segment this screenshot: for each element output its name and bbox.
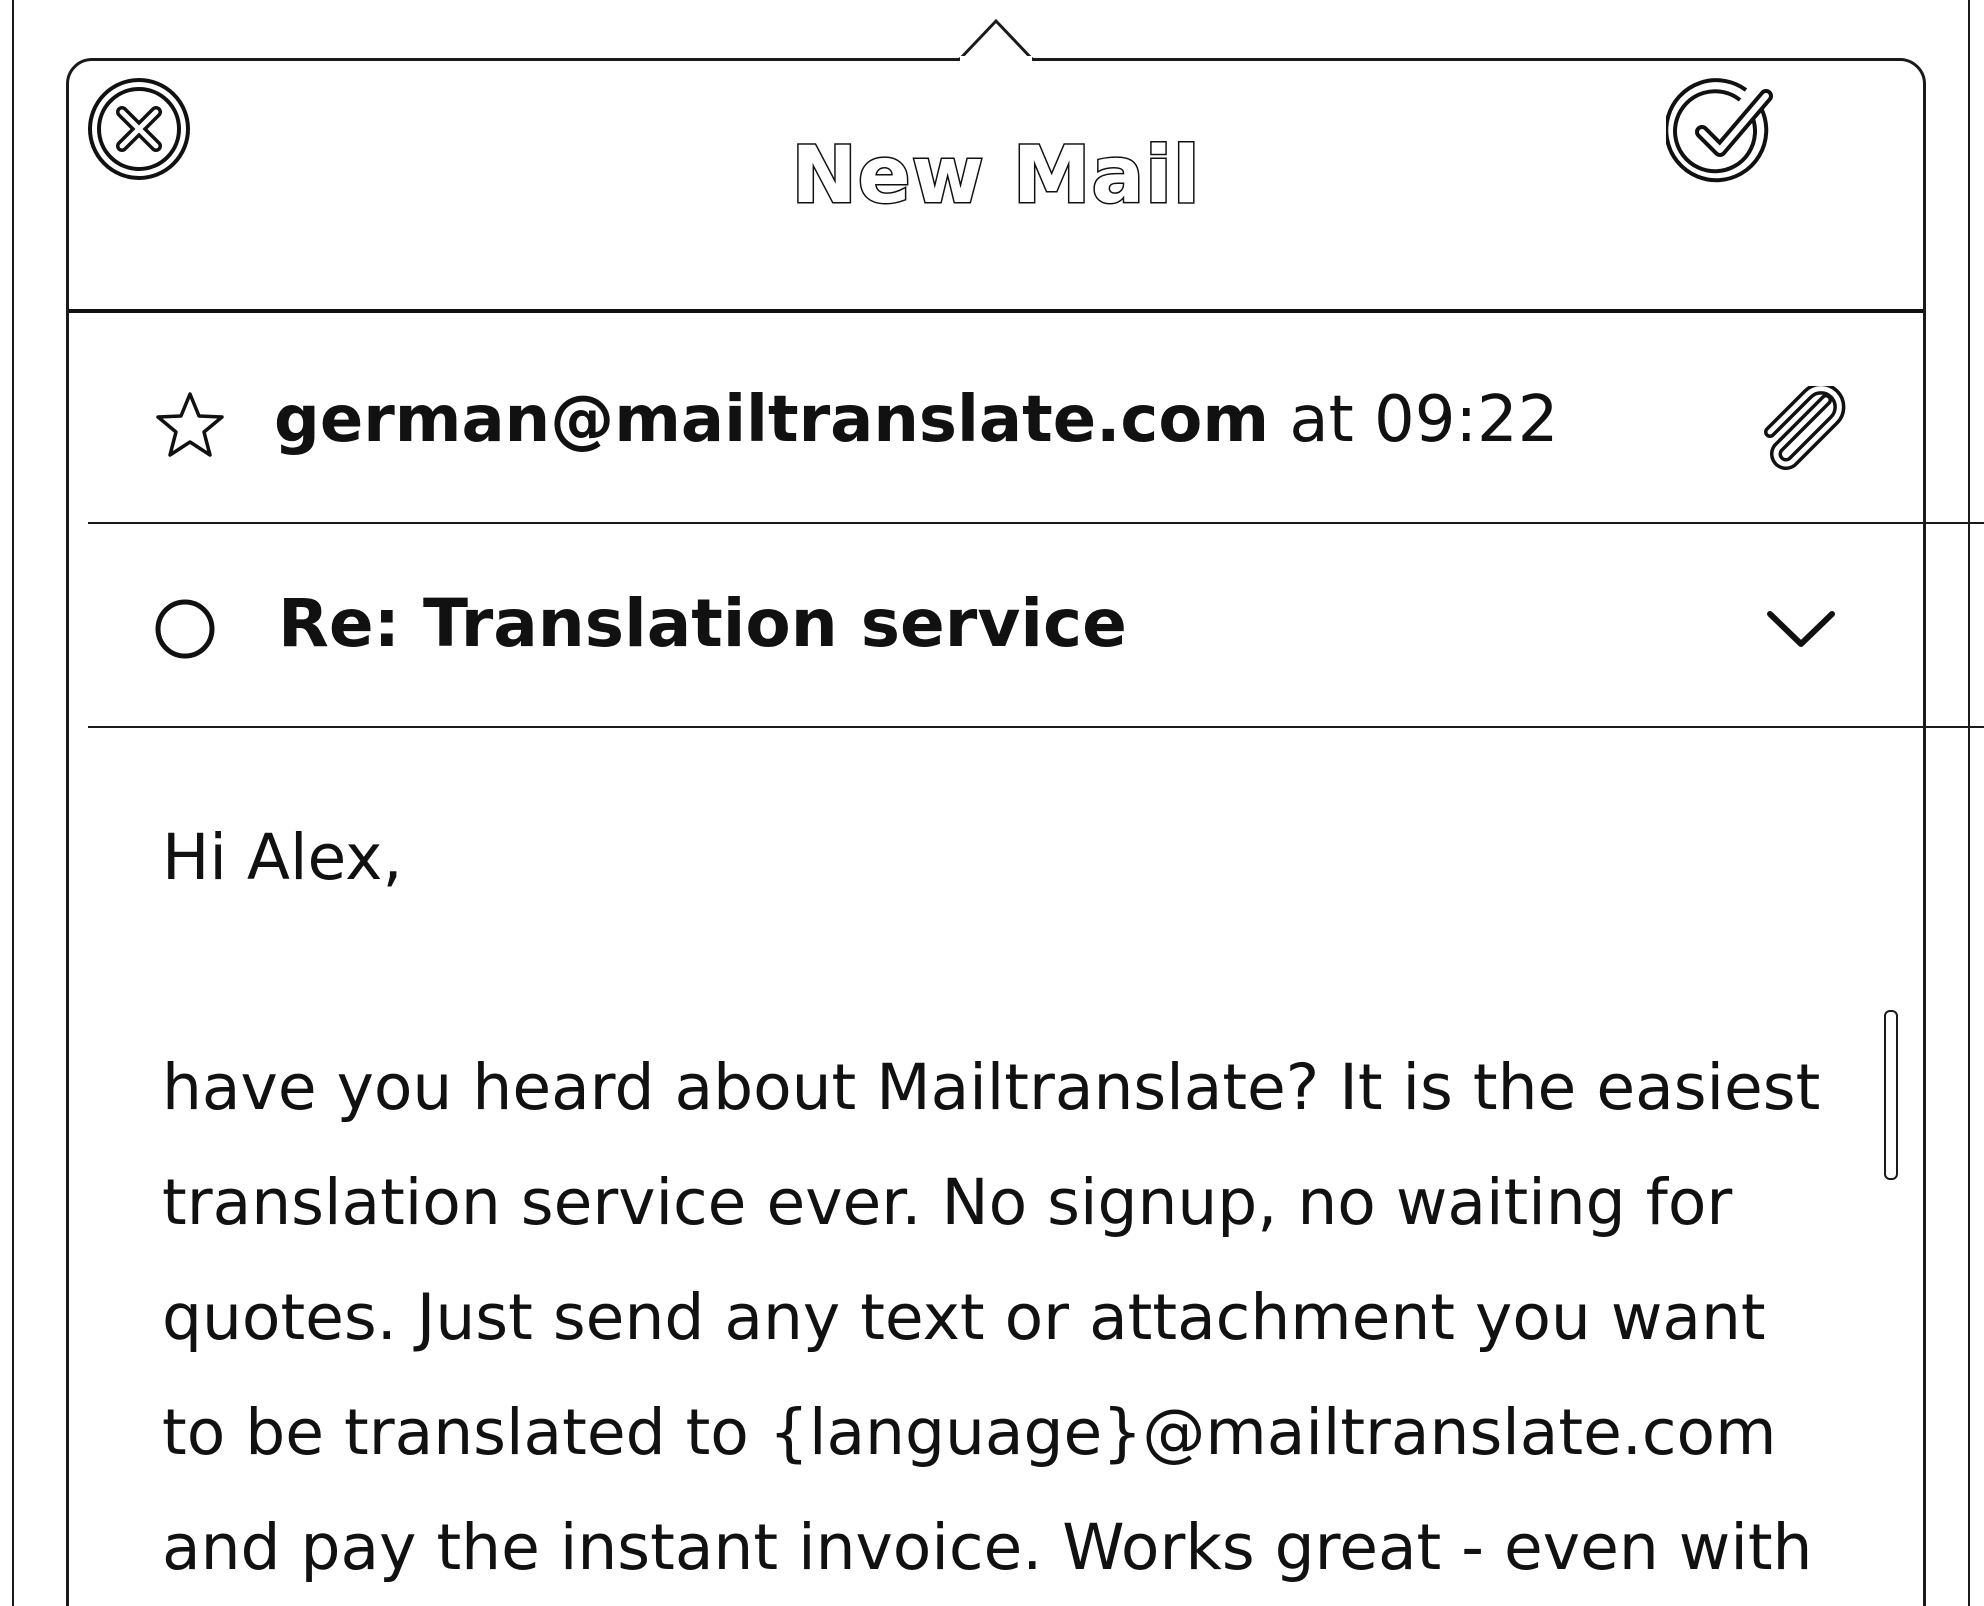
star-icon[interactable] (154, 390, 226, 460)
sent-time: at 09:22 (1269, 383, 1559, 457)
sender-address: german@mailtranslate.com (274, 383, 1269, 457)
screen-edge-right (1968, 0, 1970, 1606)
greeting: Hi Alex, (162, 821, 403, 894)
message-body[interactable]: Hi Alex, have you heard about Mailtransl… (162, 800, 1882, 1605)
circle-icon[interactable] (154, 598, 216, 660)
body-line: translation service ever. No signup, no … (162, 1166, 1733, 1239)
pointer-joint (960, 56, 1032, 64)
body-line: to be translated to {language}@mailtrans… (162, 1396, 1777, 1469)
body-line: quotes. Just send any text or attachment… (162, 1281, 1766, 1354)
page-title: New Mail (790, 130, 1201, 223)
paperclip-icon[interactable] (1756, 386, 1846, 476)
scrollbar[interactable] (1884, 1010, 1898, 1180)
body-line: and pay the instant invoice. Works great… (162, 1511, 1813, 1584)
divider (88, 726, 1984, 728)
check-circle-icon (1664, 78, 1773, 183)
chevron-down-icon[interactable] (1764, 604, 1838, 654)
close-circle-icon (88, 78, 190, 180)
compose-header: New Mail (69, 61, 1923, 313)
cancel-button[interactable] (84, 74, 194, 184)
subject: Re: Translation service (278, 585, 1127, 662)
screen: New Mail german@mailtranslate.com at 09:… (0, 0, 1984, 1606)
divider (88, 522, 1984, 524)
confirm-button[interactable] (1664, 74, 1782, 190)
sender-line: german@mailtranslate.com at 09:22 (274, 382, 1558, 458)
screen-edge-left (12, 0, 14, 1606)
body-line: have you heard about Mailtranslate? It i… (162, 1051, 1821, 1124)
